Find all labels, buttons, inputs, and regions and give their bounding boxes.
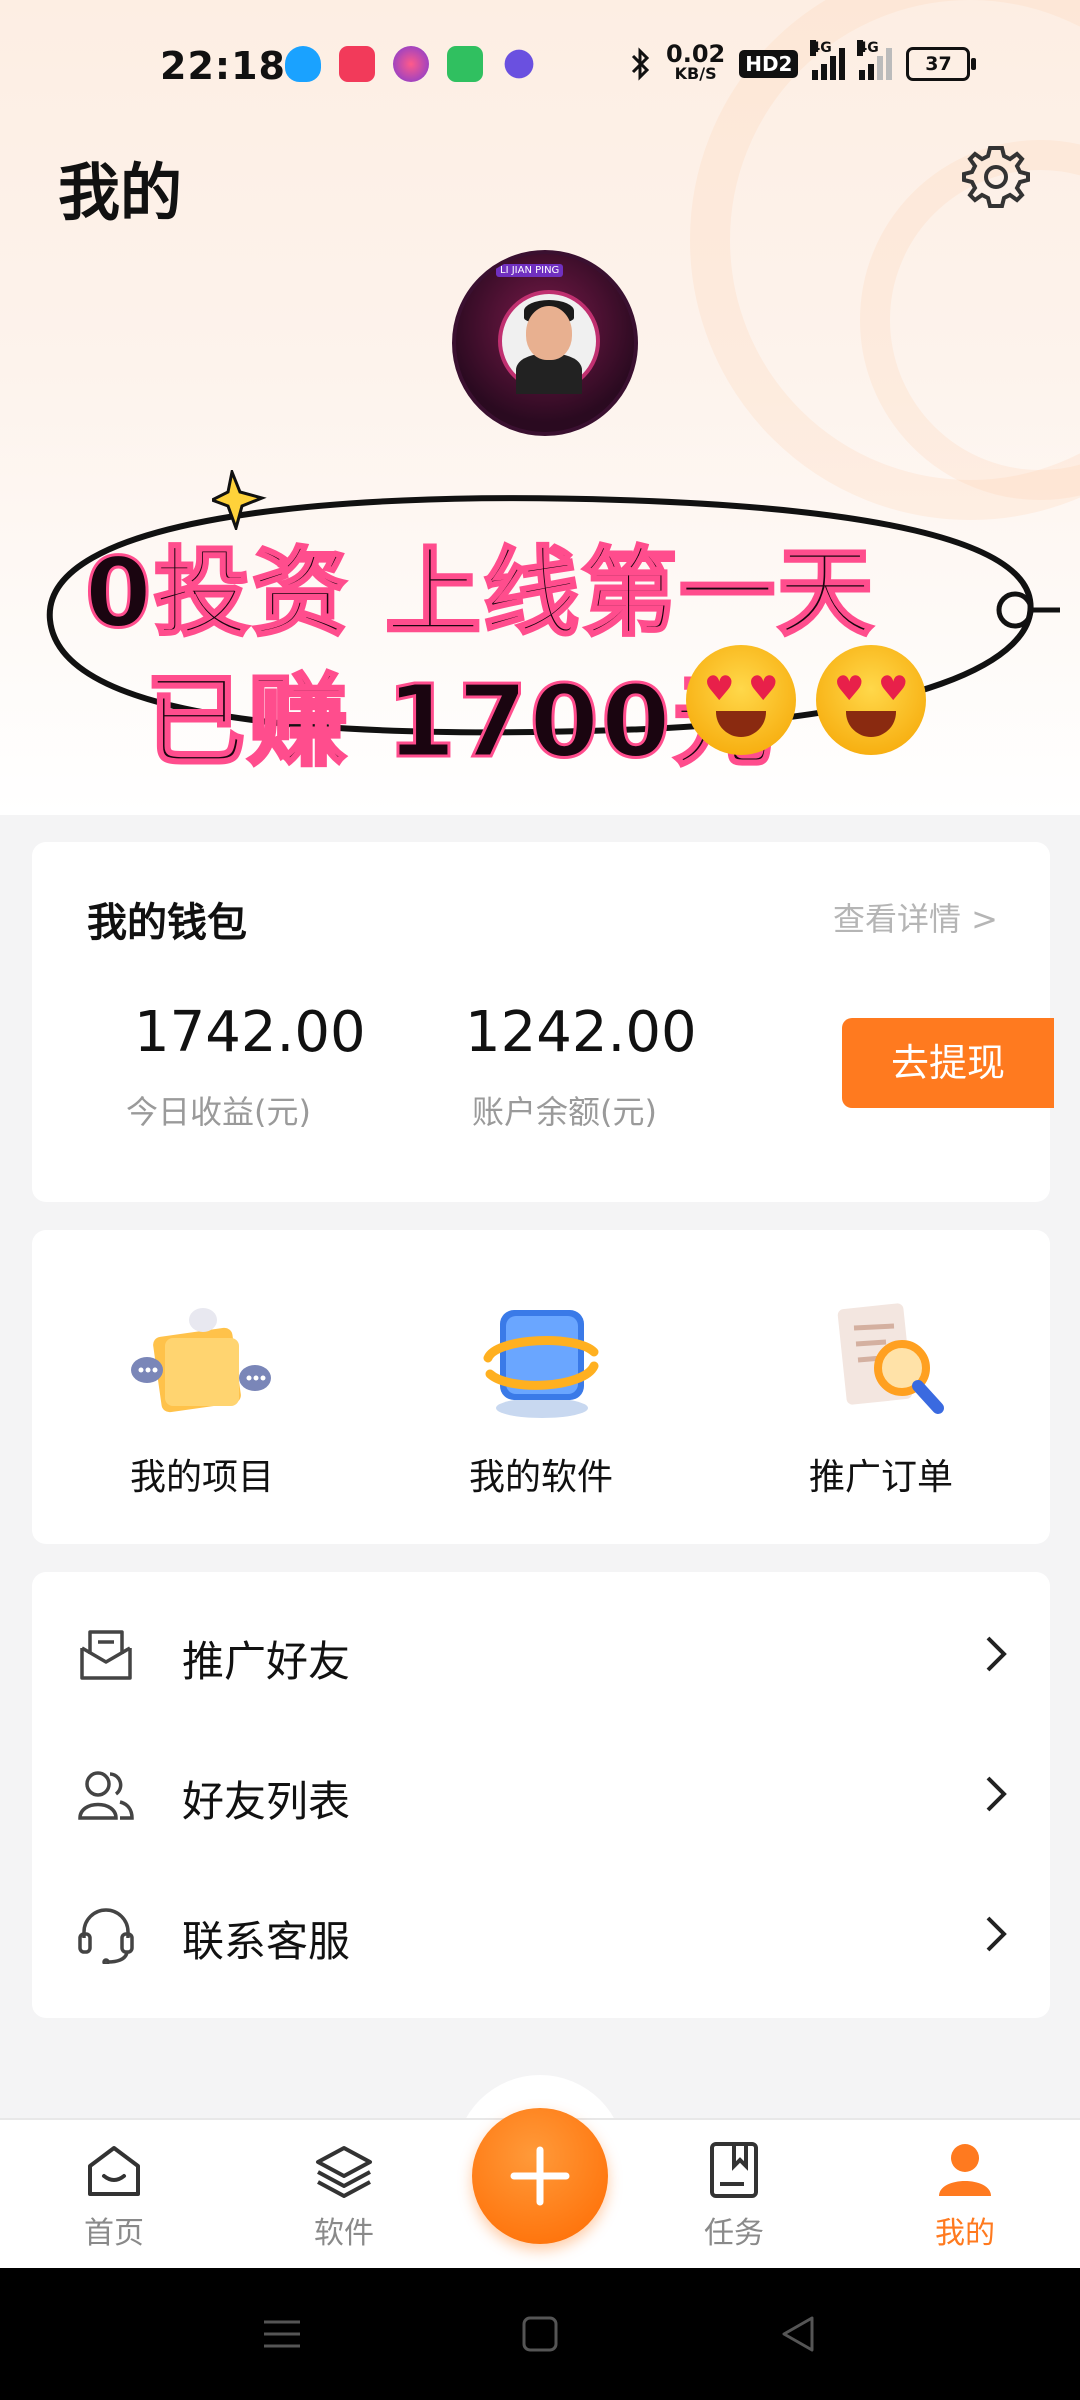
menu-item-label: 推广好友 [182, 1637, 351, 1686]
plus-icon [510, 2146, 570, 2206]
chevron-right-icon [986, 1776, 1007, 1812]
store-icon [447, 46, 483, 82]
chat-icon [504, 49, 534, 79]
battery-icon: 37 [906, 47, 977, 81]
page-title: 我的 [58, 156, 183, 229]
status-right: 0.02 KB/S HD2 4G 4G 37 [630, 40, 977, 84]
signal-icon: 4G [857, 40, 893, 80]
balance-value: 1242.00 [465, 1000, 697, 1065]
mail-icon [80, 1630, 132, 1680]
net-speed: 0.02 KB/S [666, 40, 726, 83]
person-icon [939, 2144, 991, 2196]
video-icon [339, 46, 375, 82]
menu-item-label: 联系客服 [182, 1917, 351, 1966]
home-icon [88, 2146, 140, 2196]
hd-voice-badge: HD2 [739, 50, 799, 78]
notification-icons [285, 46, 537, 82]
folder-icon [131, 1308, 271, 1413]
add-button[interactable] [472, 2108, 608, 2244]
avatar-photo [498, 290, 600, 394]
system-nav-bar [0, 2268, 1080, 2400]
shortcut-promo-orders[interactable]: 推广订单 [781, 1298, 981, 1500]
shortcut-label: 我的软件 [468, 1457, 613, 1498]
shortcuts-card: 我的项目 我的软件 推广订单 [32, 1230, 1050, 1544]
menu-card: 推广好友 好友列表 联系客服 [32, 1572, 1050, 2018]
view-details-link[interactable]: 查看详情 > [833, 894, 998, 940]
app-icon [393, 46, 429, 82]
tab-home[interactable]: 首页 [54, 2140, 174, 2252]
heart-eyes-emoji-icon: ♥ ♥ [686, 645, 796, 755]
menu-item-label: 好友列表 [182, 1777, 351, 1826]
headset-icon [78, 1908, 134, 1964]
wallet-title: 我的钱包 [87, 900, 247, 946]
signal-icon: 4G [810, 40, 846, 80]
shortcut-label: 我的项目 [129, 1457, 274, 1498]
chevron-right-icon [986, 1636, 1007, 1672]
friends-icon [78, 1771, 134, 1820]
today-earnings-value: 1742.00 [134, 1000, 366, 1065]
avatar[interactable]: LI JIAN PING [452, 250, 638, 436]
shortcut-my-projects[interactable]: 我的项目 [102, 1298, 302, 1500]
today-earnings-label: 今日收益(元) [126, 1093, 311, 1131]
heart-eyes-emoji-icon: ♥ ♥ [816, 645, 926, 755]
menu-item-friend-list[interactable]: 好友列表 [32, 1724, 1050, 1864]
avatar-caption-badge: LI JIAN PING [496, 264, 564, 277]
chevron-right-icon [986, 1916, 1007, 1952]
shortcut-label: 推广订单 [808, 1457, 953, 1498]
layers-icon [316, 2146, 372, 2198]
home-nav-icon[interactable] [518, 2312, 562, 2356]
menu-item-customer-service[interactable]: 联系客服 [32, 1864, 1050, 2004]
status-time: 22:18 [160, 44, 286, 88]
tab-tasks[interactable]: 任务 [674, 2140, 794, 2252]
menu-nav-icon[interactable] [260, 2312, 304, 2356]
qq-icon [285, 46, 321, 82]
back-nav-icon[interactable] [776, 2312, 820, 2356]
withdraw-button[interactable]: 去提现 [842, 1018, 1054, 1108]
bluetooth-icon [631, 47, 650, 81]
order-search-icon [837, 1303, 944, 1414]
tab-software[interactable]: 软件 [284, 2140, 404, 2252]
status-bar: 22:18 0.02 KB/S HD2 4G 4G 37 [0, 0, 1080, 130]
banner-line-1: 0投资 上线第一天 [83, 536, 876, 651]
task-icon [710, 2142, 758, 2198]
balance-label: 账户余额(元) [472, 1093, 657, 1131]
software-icon [483, 1310, 599, 1418]
tab-mine[interactable]: 我的 [905, 2140, 1025, 2252]
gear-icon[interactable] [962, 142, 1030, 210]
shortcut-my-software[interactable]: 我的软件 [441, 1298, 641, 1500]
menu-item-invite-friends[interactable]: 推广好友 [32, 1584, 1050, 1724]
